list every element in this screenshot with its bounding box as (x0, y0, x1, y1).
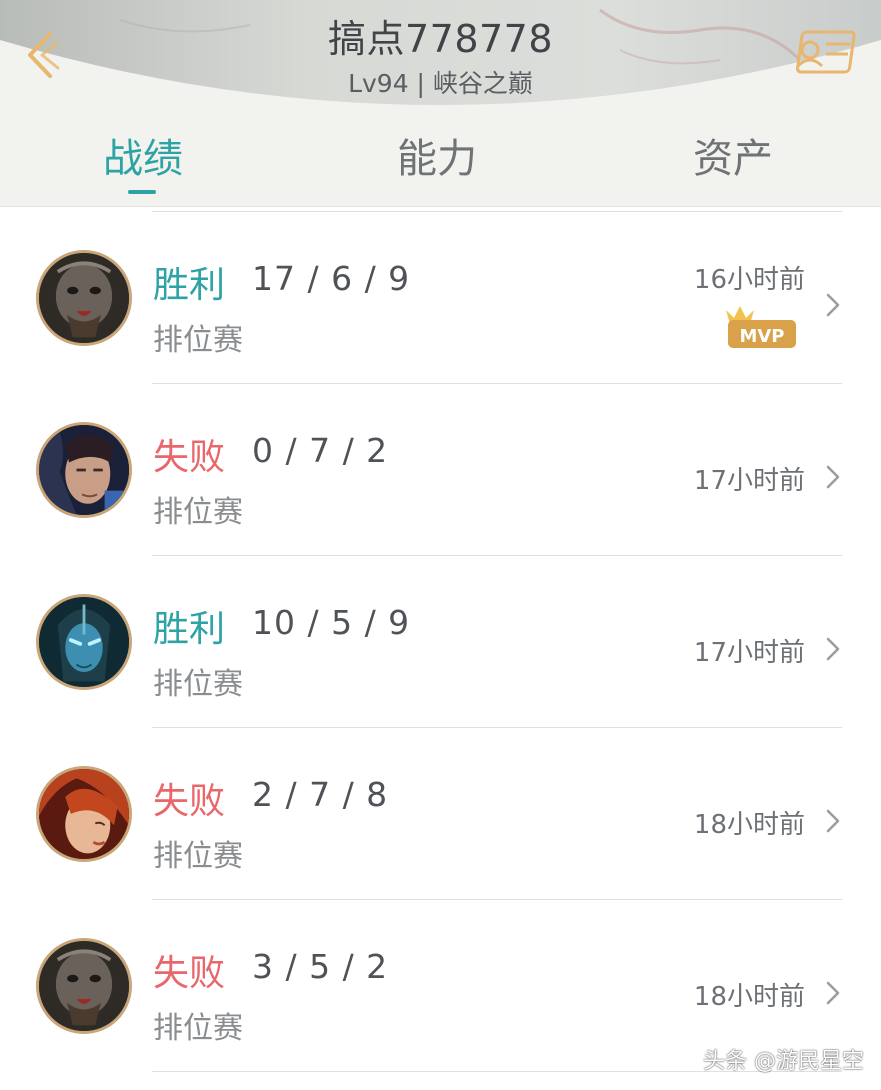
header-divider (0, 206, 881, 207)
champion-avatar (36, 250, 132, 346)
chevron-right-icon (826, 809, 840, 833)
match-row[interactable]: 胜利 10 / 5 / 9 排位赛 17小时前 (0, 556, 881, 728)
match-mode: 排位赛 (153, 667, 243, 702)
match-mode: 排位赛 (153, 839, 243, 874)
match-kda: 3 / 5 / 2 (252, 947, 389, 986)
chevron-right-icon (826, 637, 840, 661)
champion-avatar (36, 422, 132, 518)
match-time: 18小时前 (693, 810, 805, 840)
match-mode: 排位赛 (153, 495, 243, 530)
match-time: 17小时前 (693, 638, 805, 668)
mvp-badge-label: MVP (739, 326, 784, 347)
mvp-badge: MVP (726, 306, 796, 348)
match-mode: 排位赛 (153, 1011, 243, 1046)
champion-avatar (36, 594, 132, 690)
match-kda: 0 / 7 / 2 (252, 431, 389, 470)
profile-header: 搞点778778 Lv94 | 峡谷之巅 战绩 能力 资产 (0, 0, 881, 207)
tab-bar: 战绩 能力 资产 (0, 126, 881, 206)
champion-portrait-icon (39, 425, 129, 515)
match-mode: 排位赛 (153, 323, 243, 358)
match-time: 16小时前 (693, 265, 805, 295)
match-row[interactable]: 失败 2 / 7 / 8 排位赛 18小时前 (0, 728, 881, 900)
match-result: 失败 (153, 437, 226, 478)
match-time: 17小时前 (693, 466, 805, 496)
chevron-right-icon (826, 293, 840, 317)
champion-portrait-icon (39, 941, 129, 1031)
champion-portrait-icon (39, 253, 129, 343)
player-level: Lv94 | 峡谷之巅 (348, 69, 533, 98)
active-tab-indicator (128, 190, 156, 194)
champion-avatar (36, 766, 132, 862)
match-result: 失败 (153, 953, 226, 994)
match-result: 失败 (153, 781, 226, 822)
match-row[interactable]: 失败 0 / 7 / 2 排位赛 17小时前 (0, 384, 881, 556)
chevron-right-icon (826, 465, 840, 489)
chevron-right-icon (826, 981, 840, 1005)
match-kda: 2 / 7 / 8 (252, 775, 389, 814)
player-name: 搞点778778 (327, 17, 554, 61)
match-row[interactable]: 胜利 17 / 6 / 9 排位赛 16小时前 MVP (0, 212, 881, 384)
champion-avatar (36, 938, 132, 1034)
watermark-text: 头条 @游民星空 (703, 1049, 864, 1074)
match-result: 胜利 (153, 609, 226, 650)
match-kda: 10 / 5 / 9 (252, 603, 411, 642)
match-kda: 17 / 6 / 9 (252, 259, 411, 298)
match-result: 胜利 (153, 265, 226, 306)
champion-portrait-icon (39, 769, 129, 859)
tab-assets[interactable]: 资产 (633, 126, 833, 184)
tab-record[interactable]: 战绩 (43, 126, 243, 184)
champion-portrait-icon (39, 597, 129, 687)
match-time: 18小时前 (693, 982, 805, 1012)
tab-ability[interactable]: 能力 (337, 126, 537, 184)
